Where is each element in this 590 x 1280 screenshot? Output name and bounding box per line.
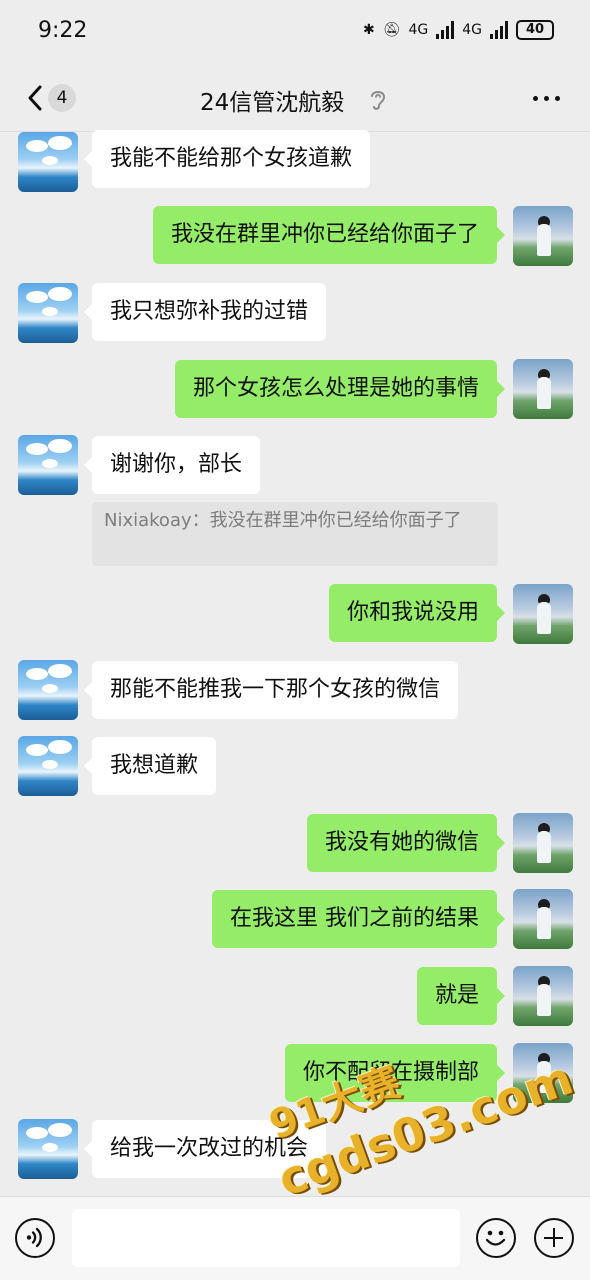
network-label-2: 4G — [462, 22, 482, 38]
mute-icon: 🔕︎ — [382, 22, 401, 38]
plus-icon[interactable] — [534, 1218, 574, 1258]
chevron-left-icon[interactable] — [22, 84, 50, 112]
message-bubble-out[interactable]: 那个女孩怎么处理是她的事情 — [174, 360, 506, 418]
message-input[interactable] — [72, 1209, 460, 1267]
contact-avatar[interactable] — [18, 283, 78, 343]
signal-icon — [436, 21, 455, 39]
battery-icon: 40 — [516, 20, 554, 40]
message-bubble-out[interactable]: 你不配留在摄制部 — [284, 1044, 506, 1102]
status-time: 9:22 — [38, 18, 88, 43]
status-icons: ✱ 🔕︎ 4G 4G 40 — [363, 20, 554, 40]
message-bubble-in[interactable]: 我想道歉 — [83, 737, 217, 795]
contact-avatar[interactable] — [18, 435, 78, 495]
message-bubble-out[interactable]: 在我这里 我们之前的结果 — [212, 890, 505, 948]
message-bubble-in[interactable]: 给我一次改过的机会 — [83, 1120, 327, 1178]
message-bubble-in[interactable]: 那能不能推我一下那个女孩的微信 — [83, 661, 459, 719]
quoted-message[interactable]: Nixiakoay：我没在群里冲你已经给你面子了 — [92, 502, 498, 566]
message-bubble-in[interactable]: 谢谢你，部长 — [83, 436, 261, 494]
contact-avatar[interactable] — [18, 132, 78, 192]
self-avatar[interactable] — [513, 584, 573, 644]
self-avatar[interactable] — [513, 966, 573, 1026]
message-bubble-out[interactable]: 你和我说没用 — [328, 584, 506, 642]
message-bubble-out[interactable]: 我没在群里冲你已经给你面子了 — [152, 206, 506, 264]
contact-avatar[interactable] — [18, 660, 78, 720]
self-avatar[interactable] — [513, 889, 573, 949]
chat-header: 4 24信管沈航毅 — [0, 66, 590, 132]
self-avatar[interactable] — [513, 206, 573, 266]
message-bubble-in[interactable]: 我能不能给那个女孩道歉 — [83, 130, 371, 188]
contact-avatar[interactable] — [18, 1119, 78, 1179]
chat-title: 24信管沈航毅 — [200, 90, 345, 116]
ear-icon — [371, 91, 386, 110]
self-avatar[interactable] — [513, 1043, 573, 1103]
network-label-1: 4G — [408, 22, 429, 38]
emoji-icon[interactable] — [476, 1218, 516, 1258]
bluetooth-icon: ✱ — [362, 22, 375, 38]
message-bubble-out[interactable]: 就是 — [416, 967, 506, 1025]
message-bubble-out[interactable]: 我没有她的微信 — [306, 814, 506, 872]
signal-icon-2 — [490, 21, 508, 39]
more-icon[interactable] — [533, 96, 560, 101]
status-bar: 9:22 ✱ 🔕︎ 4G 4G 40 — [0, 0, 590, 66]
contact-avatar[interactable] — [18, 736, 78, 796]
self-avatar[interactable] — [513, 359, 573, 419]
input-bar — [0, 1196, 590, 1280]
voice-icon[interactable] — [15, 1218, 55, 1258]
message-bubble-in[interactable]: 我只想弥补我的过错 — [83, 283, 327, 341]
unread-count-badge[interactable]: 4 — [48, 84, 76, 112]
self-avatar[interactable] — [513, 813, 573, 873]
